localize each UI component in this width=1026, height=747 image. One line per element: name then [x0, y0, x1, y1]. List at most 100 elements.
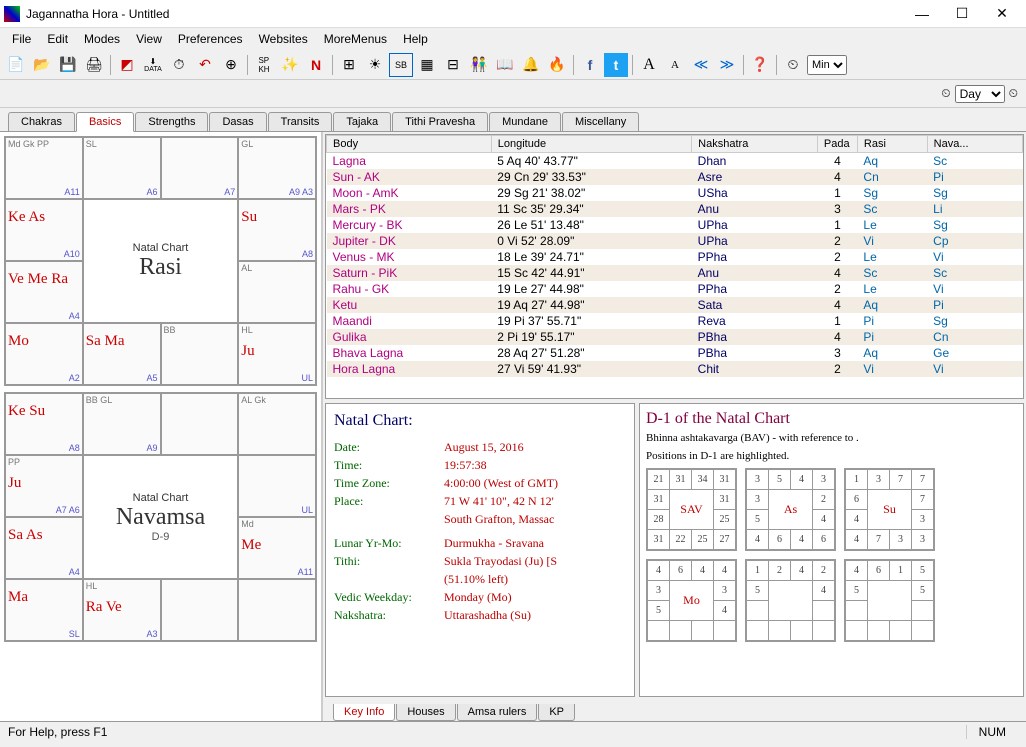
- facebook-icon[interactable]: f: [578, 53, 602, 77]
- table-row[interactable]: Sun - AK29 Cn 29' 33.53"Asre4CnPi: [327, 169, 1023, 185]
- open-icon[interactable]: 📂: [30, 53, 54, 77]
- chart-cell[interactable]: Ke AsA10: [5, 199, 83, 261]
- table-row[interactable]: Mercury - BK26 Le 51' 13.48"UPha1LeSg: [327, 217, 1023, 233]
- chart-cell[interactable]: UL: [238, 455, 316, 517]
- table-header[interactable]: Longitude: [491, 136, 691, 153]
- prev-icon[interactable]: ≪: [689, 53, 713, 77]
- flag-icon[interactable]: ◩: [115, 53, 139, 77]
- clock3-icon[interactable]: ⏲: [1009, 86, 1018, 101]
- menu-view[interactable]: View: [128, 30, 170, 48]
- tab-strengths[interactable]: Strengths: [135, 112, 208, 131]
- chart-cell[interactable]: [238, 579, 316, 641]
- wand-icon[interactable]: ✨: [278, 53, 302, 77]
- maximize-button[interactable]: ☐: [942, 0, 982, 28]
- table-row[interactable]: Maandi19 Pi 37' 55.71"Reva1PiSg: [327, 313, 1023, 329]
- help-icon[interactable]: ❓: [748, 53, 772, 77]
- chart-cell[interactable]: A7: [161, 137, 239, 199]
- chart-cell[interactable]: Sa AsA4: [5, 517, 83, 579]
- grid3-icon[interactable]: ⊟: [441, 53, 465, 77]
- data-icon[interactable]: ⬇DATA: [141, 53, 165, 77]
- btab-kp[interactable]: KP: [538, 704, 575, 721]
- table-row[interactable]: Gulika2 Pi 19' 55.17"PBha4PiCn: [327, 329, 1023, 345]
- globe-icon[interactable]: ⊕: [219, 53, 243, 77]
- grid2-icon[interactable]: ▦: [415, 53, 439, 77]
- btab-keyinfo[interactable]: Key Info: [333, 704, 395, 721]
- book-icon[interactable]: 📖: [493, 53, 517, 77]
- bav-mini-chart[interactable]: 35433As2544646: [745, 468, 836, 551]
- chart-cell[interactable]: MaSL: [5, 579, 83, 641]
- tab-dasas[interactable]: Dasas: [209, 112, 266, 131]
- chart-cell[interactable]: [161, 579, 239, 641]
- table-row[interactable]: Ketu19 Aq 27' 44.98"Sata4AqPi: [327, 297, 1023, 313]
- clock2-icon[interactable]: ⏲: [941, 86, 950, 101]
- chart-cell[interactable]: GLA9 A3: [238, 137, 316, 199]
- chart-cell[interactable]: HLRa VeA3: [83, 579, 161, 641]
- bell-icon[interactable]: 🔔: [519, 53, 543, 77]
- chart-cell[interactable]: HLJuUL: [238, 323, 316, 385]
- table-row[interactable]: Rahu - GK19 Le 27' 44.98"PPha2LeVi: [327, 281, 1023, 297]
- menu-edit[interactable]: Edit: [39, 30, 76, 48]
- table-row[interactable]: Saturn - PiK15 Sc 42' 44.91"Anu4ScSc: [327, 265, 1023, 281]
- time-unit-select[interactable]: Min: [807, 55, 847, 75]
- font-large-icon[interactable]: A: [637, 53, 661, 77]
- table-header[interactable]: Nakshatra: [692, 136, 818, 153]
- day-select[interactable]: Day: [955, 85, 1005, 103]
- chart-cell[interactable]: AL Gk: [238, 393, 316, 455]
- tab-chakras[interactable]: Chakras: [8, 112, 75, 131]
- chart-cell[interactable]: SuA8: [238, 199, 316, 261]
- chart-cell[interactable]: MdMeA11: [238, 517, 316, 579]
- bav-mini-chart[interactable]: 461555: [844, 559, 935, 642]
- minimize-button[interactable]: —: [902, 0, 942, 28]
- print-icon[interactable]: 🖨: [82, 53, 106, 77]
- chart-cell[interactable]: Ke SuA8: [5, 393, 83, 455]
- new-icon[interactable]: 📄: [4, 53, 28, 77]
- chart-cell[interactable]: Ve Me RaA4: [5, 261, 83, 323]
- chart-cell[interactable]: Sa MaA5: [83, 323, 161, 385]
- chart-cell[interactable]: BB GLA9: [83, 393, 161, 455]
- font-small-icon[interactable]: A: [663, 53, 687, 77]
- sun-icon[interactable]: ☀: [363, 53, 387, 77]
- btab-houses[interactable]: Houses: [396, 704, 455, 721]
- chart-cell[interactable]: MoA2: [5, 323, 83, 385]
- bav-mini-chart[interactable]: 124254: [745, 559, 836, 642]
- chart-cell[interactable]: Md Gk PPA11: [5, 137, 83, 199]
- spkh-icon[interactable]: SPKH: [252, 53, 276, 77]
- tab-tajaka[interactable]: Tajaka: [333, 112, 391, 131]
- table-row[interactable]: Venus - MK18 Le 39' 24.71"PPha2LeVi: [327, 249, 1023, 265]
- twitter-icon[interactable]: t: [604, 53, 628, 77]
- menu-modes[interactable]: Modes: [76, 30, 128, 48]
- clock-icon[interactable]: ⏲: [781, 53, 805, 77]
- rasi-chart[interactable]: Md Gk PPA11SLA6A7GLA9 A3Ke AsA10Natal Ch…: [4, 136, 317, 386]
- undo-icon[interactable]: ↶: [193, 53, 217, 77]
- grid1-icon[interactable]: ⊞: [337, 53, 361, 77]
- table-row[interactable]: Bhava Lagna28 Aq 27' 51.28"PBha3AqGe: [327, 345, 1023, 361]
- tab-transits[interactable]: Transits: [268, 112, 333, 131]
- chart-cell[interactable]: PPJuA7 A6: [5, 455, 83, 517]
- chart-cell[interactable]: SLA6: [83, 137, 161, 199]
- chart-cell[interactable]: [161, 393, 239, 455]
- chart-cell[interactable]: BB: [161, 323, 239, 385]
- sb-icon[interactable]: SB: [389, 53, 413, 77]
- table-header[interactable]: Body: [327, 136, 492, 153]
- navamsa-chart[interactable]: Ke SuA8BB GLA9AL GkPPJuA7 A6Natal ChartN…: [4, 392, 317, 642]
- table-header[interactable]: Nava...: [927, 136, 1022, 153]
- save-icon[interactable]: 💾: [56, 53, 80, 77]
- n-icon[interactable]: N: [304, 53, 328, 77]
- chart-cell[interactable]: AL: [238, 261, 316, 323]
- menu-help[interactable]: Help: [395, 30, 436, 48]
- bav-mini-chart[interactable]: 13776Su7434733: [844, 468, 935, 551]
- menu-file[interactable]: File: [4, 30, 39, 48]
- table-header[interactable]: Rasi: [857, 136, 927, 153]
- tab-tithi-pravesha[interactable]: Tithi Pravesha: [392, 112, 488, 131]
- bav-pane[interactable]: D-1 of the Natal Chart Bhinna ashtakavar…: [639, 403, 1024, 697]
- bav-mini-chart[interactable]: 46443Mo354: [646, 559, 737, 642]
- body-table[interactable]: BodyLongitudeNakshatraPadaRasiNava...Lag…: [325, 134, 1024, 399]
- info-pane[interactable]: Natal Chart: Date:August 15, 2016 Time:1…: [325, 403, 635, 697]
- menu-websites[interactable]: Websites: [251, 30, 316, 48]
- table-row[interactable]: Hora Lagna27 Vi 59' 41.93"Chit2ViVi: [327, 361, 1023, 377]
- fire-icon[interactable]: 🔥: [545, 53, 569, 77]
- tab-miscellany[interactable]: Miscellany: [562, 112, 639, 131]
- people-icon[interactable]: 👫: [467, 53, 491, 77]
- time-icon[interactable]: ⏱: [167, 53, 191, 77]
- table-row[interactable]: Mars - PK11 Sc 35' 29.34"Anu3ScLi: [327, 201, 1023, 217]
